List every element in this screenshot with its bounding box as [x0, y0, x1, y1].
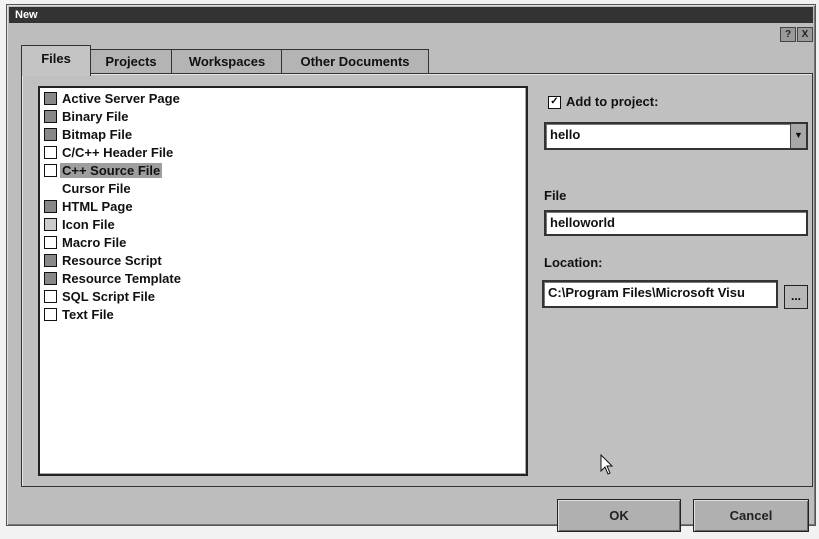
resource-template-icon	[44, 272, 57, 285]
title-bar: New	[9, 7, 813, 23]
sql-script-icon	[44, 290, 57, 303]
tab-projects[interactable]: Projects	[89, 49, 173, 74]
macro-file-icon	[44, 236, 57, 249]
cursor-file-icon	[44, 182, 57, 195]
project-combo-value: hello	[550, 127, 581, 142]
resource-script-icon	[44, 254, 57, 267]
list-item[interactable]: Macro File	[44, 234, 128, 251]
list-item[interactable]: Bitmap File	[44, 126, 134, 143]
tab-files[interactable]: Files	[21, 45, 91, 76]
browse-button[interactable]: ...	[784, 285, 808, 309]
ok-button[interactable]: OK	[557, 499, 681, 532]
new-dialog: New ? X Files Projects Workspaces Other …	[6, 4, 816, 532]
globe-document-icon	[44, 92, 57, 105]
project-combo[interactable]: hello ▼	[544, 122, 808, 150]
add-to-project-checkbox[interactable]: ✓	[548, 96, 561, 109]
add-to-project-label: Add to project:	[566, 94, 659, 109]
mouse-cursor-icon	[600, 454, 614, 475]
html-page-icon	[44, 200, 57, 213]
file-label: File	[544, 188, 567, 203]
location-label: Location:	[544, 255, 603, 270]
text-file-icon	[44, 308, 57, 321]
help-button[interactable]: ?	[780, 27, 796, 42]
list-item[interactable]: Resource Template	[44, 270, 183, 287]
chevron-down-icon[interactable]: ▼	[790, 124, 806, 148]
file-name-input[interactable]: helloworld	[544, 210, 808, 236]
list-item[interactable]: Text File	[44, 306, 116, 323]
source-file-icon	[44, 164, 57, 177]
file-type-list[interactable]: Active Server Page Binary File Bitmap Fi…	[38, 86, 528, 476]
list-item[interactable]: Binary File	[44, 108, 130, 125]
dialog-title: New	[15, 9, 38, 21]
list-item[interactable]: Active Server Page	[44, 90, 182, 107]
icon-file-icon	[44, 218, 57, 231]
tab-workspaces[interactable]: Workspaces	[171, 49, 283, 74]
list-item[interactable]: Icon File	[44, 216, 117, 233]
location-input[interactable]: C:\Program Files\Microsoft Visu	[542, 280, 778, 308]
header-file-icon	[44, 146, 57, 159]
list-item[interactable]: Resource Script	[44, 252, 164, 269]
close-button[interactable]: X	[797, 27, 813, 42]
list-item[interactable]: Cursor File	[44, 180, 133, 197]
list-item[interactable]: HTML Page	[44, 198, 135, 215]
tab-other-documents[interactable]: Other Documents	[281, 49, 429, 74]
cancel-button[interactable]: Cancel	[693, 499, 809, 532]
bitmap-icon	[44, 128, 57, 141]
binary-file-icon	[44, 110, 57, 123]
title-buttons: ? X	[780, 27, 813, 42]
files-panel: Active Server Page Binary File Bitmap Fi…	[21, 73, 813, 487]
list-item[interactable]: SQL Script File	[44, 288, 157, 305]
list-item[interactable]: C++ Source File	[44, 162, 163, 179]
list-item[interactable]: C/C++ Header File	[44, 144, 175, 161]
